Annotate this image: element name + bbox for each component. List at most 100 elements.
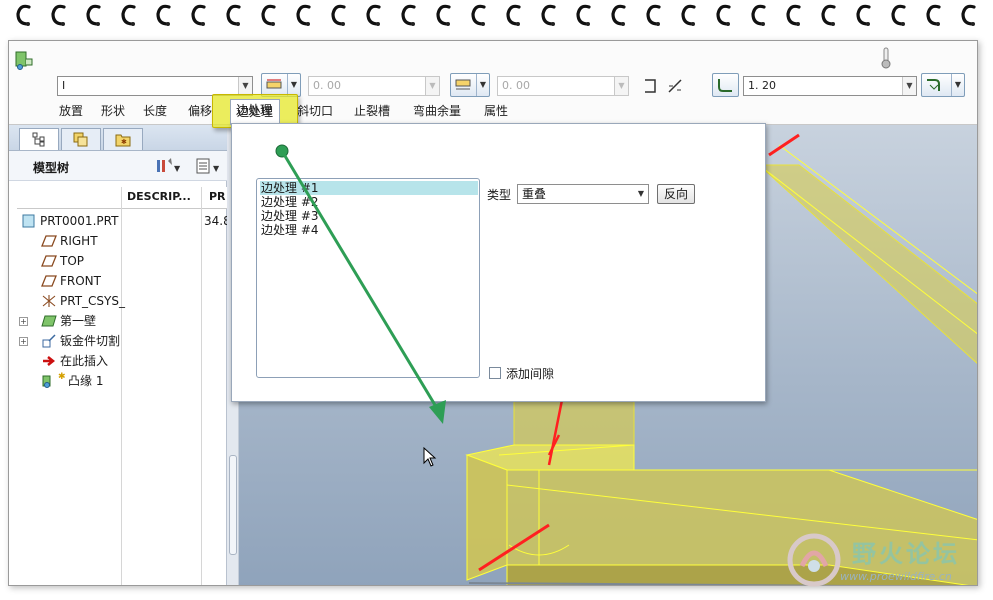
binding-ring-icon <box>819 2 839 28</box>
section-select[interactable]: I ▼ <box>57 76 253 96</box>
cut-icon <box>42 334 56 348</box>
type-select-value: 重叠 <box>522 187 547 201</box>
model-tree-icon <box>32 132 45 147</box>
binding-ring-icon <box>189 2 209 28</box>
flip-thickness-icon[interactable] <box>641 77 659 95</box>
chevron-down-icon[interactable]: ▼ <box>614 77 628 95</box>
expand-icon[interactable]: + <box>19 317 28 326</box>
svg-text:▼: ▼ <box>174 164 181 173</box>
tab-relief[interactable]: 止裂槽 <box>354 99 390 123</box>
list-item[interactable]: 边处理 #3 <box>260 209 478 223</box>
tree-column-header: DESCRIP... PR <box>17 187 227 209</box>
tab-model-tree[interactable] <box>19 128 59 150</box>
model-tree-title: 模型树 <box>33 161 70 175</box>
tab-favorites[interactable]: ✱ <box>103 128 143 150</box>
watermark-title: 野火论坛 <box>852 540 960 568</box>
binding-ring-icon <box>539 2 559 28</box>
flip-button[interactable]: 反向 <box>657 184 695 204</box>
binding-ring-icon <box>749 2 769 28</box>
list-item[interactable]: 边处理 #1 <box>260 181 478 195</box>
binding-ring-icon <box>609 2 629 28</box>
navigator-tabs: ✱ <box>9 125 227 151</box>
binding-ring-icon <box>784 2 804 28</box>
binding-ring-icon <box>49 2 69 28</box>
offset-value: 0. 00 <box>502 79 530 92</box>
bend-radius-input[interactable]: 1. 20 ▼ <box>743 76 917 96</box>
tab-shape[interactable]: 形状 <box>101 99 125 123</box>
tab-bend-allowance[interactable]: 弯曲余量 <box>413 99 461 123</box>
model-tree-panel: ✱ 模型树 ▼ ▼ DESCRIP... PR PRT0001.PRT 34.8… <box>9 125 231 585</box>
tab-offset[interactable]: 偏移 <box>188 99 212 123</box>
bend-radius-icon <box>718 79 732 92</box>
binding-ring-icon <box>854 2 874 28</box>
chevron-down-icon[interactable]: ▼ <box>902 77 916 95</box>
add-gap-checkbox[interactable] <box>489 367 501 379</box>
flange-icon <box>42 375 51 388</box>
binding-ring-icon <box>924 2 944 28</box>
svg-text:✱: ✱ <box>121 138 127 146</box>
thermometer-icon <box>881 47 891 69</box>
tab-miter-cut[interactable]: 斜切口 <box>297 99 333 123</box>
binding-ring-icon <box>504 2 524 28</box>
list-item[interactable]: 边处理 #4 <box>260 223 478 237</box>
wall-icon <box>41 315 57 327</box>
datum-plane-icon <box>41 255 57 267</box>
tree-row-label: 钣金件切割 <box>60 334 121 348</box>
insert-arrow-icon <box>43 356 56 366</box>
edge-treatment-list[interactable]: 边处理 #1 边处理 #2 边处理 #3 边处理 #4 <box>256 178 480 378</box>
offset-input[interactable]: 0. 00 ▼ <box>497 76 629 96</box>
tab-properties[interactable]: 属性 <box>484 99 508 123</box>
tab-layers[interactable] <box>61 128 101 150</box>
tree-settings-icon[interactable]: ▼ <box>195 157 225 175</box>
header-spacer-icon <box>19 160 27 172</box>
binding-ring-icon <box>224 2 244 28</box>
section-select-value: I <box>62 79 66 92</box>
binding-ring-icon <box>714 2 734 28</box>
column-pr[interactable]: PR <box>209 190 226 203</box>
chevron-down-icon[interactable]: ▼ <box>287 74 300 96</box>
thickness-side-icon <box>266 79 282 89</box>
binding-ring-icon <box>364 2 384 28</box>
binding-ring-icon <box>14 2 34 28</box>
expand-icon[interactable]: + <box>19 337 28 346</box>
edge-treatment-panel: 边处理 #1 边处理 #2 边处理 #3 边处理 #4 类型 重叠 ▼ 反向 添… <box>231 123 766 402</box>
spiral-binding <box>0 0 993 34</box>
thickness-input[interactable]: 0. 00 ▼ <box>308 76 440 96</box>
binding-ring-icon <box>154 2 174 28</box>
bend-radius-side-button[interactable]: ▼ <box>921 73 965 97</box>
list-item[interactable]: 边处理 #2 <box>260 195 478 209</box>
bend-radius-button[interactable] <box>712 73 739 97</box>
tab-length[interactable]: 长度 <box>143 99 167 123</box>
tree-tools-icon[interactable]: ▼ <box>155 157 181 175</box>
highlight-tab-label: 边处理 <box>236 103 273 117</box>
chevron-down-icon[interactable]: ▼ <box>425 77 439 95</box>
type-select[interactable]: 重叠 ▼ <box>517 184 649 204</box>
binding-ring-icon <box>644 2 664 28</box>
binding-ring-icon <box>469 2 489 28</box>
chevron-down-icon[interactable]: ▼ <box>951 74 964 96</box>
chevron-down-icon[interactable]: ▼ <box>476 74 489 96</box>
tree-row-label: PRT_CSYS_ <box>60 294 125 308</box>
tree-row-label: 凸缘 1 <box>68 374 104 388</box>
column-divider[interactable] <box>121 187 122 585</box>
watermark: 野火论坛 www.proewildfire.cn <box>780 530 980 590</box>
type-label: 类型 <box>487 188 512 202</box>
thickness-value: 0. 00 <box>313 79 341 92</box>
chevron-down-icon[interactable]: ▼ <box>238 77 252 95</box>
tree-row-label: FRONT <box>60 274 101 288</box>
new-feature-star-icon: ✱ <box>58 372 66 382</box>
tab-placement[interactable]: 放置 <box>59 99 83 123</box>
offset-side-button[interactable]: ▼ <box>450 73 490 97</box>
bend-radius-value: 1. 20 <box>748 79 776 92</box>
binding-ring-icon <box>434 2 454 28</box>
binding-ring-icon <box>574 2 594 28</box>
tree-row-part[interactable]: PRT0001.PRT 34.8 <box>21 211 231 231</box>
column-divider[interactable] <box>201 187 202 585</box>
flip-direction-icon[interactable] <box>666 77 684 95</box>
app-window: I ▼ ▼ 0. 00 ▼ ▼ 0. 00 ▼ 1. 20 ▼ ▼ 放置 形状 … <box>8 40 978 586</box>
column-description[interactable]: DESCRIP... <box>127 190 191 203</box>
sash-handle[interactable] <box>229 455 237 555</box>
binding-ring-icon <box>889 2 909 28</box>
chevron-down-icon[interactable]: ▼ <box>634 185 648 203</box>
csys-icon <box>42 295 56 307</box>
